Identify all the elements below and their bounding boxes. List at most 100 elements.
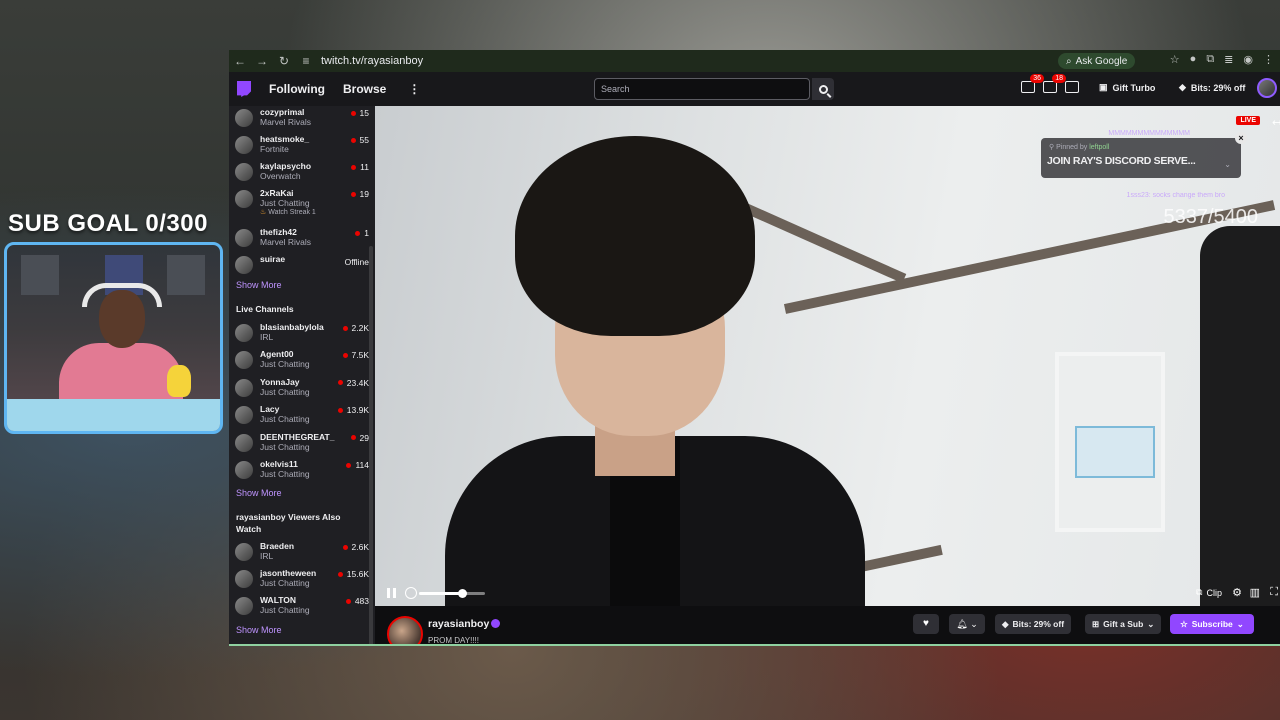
browse-link[interactable]: Browse	[343, 82, 386, 96]
media-icon[interactable]: ≣	[1224, 53, 1233, 66]
subscribe-button[interactable]: ☆ Subscribe ⌄	[1170, 614, 1254, 634]
clip-label: Clip	[1206, 587, 1222, 598]
back-icon[interactable]: ←	[229, 54, 251, 68]
clip-icon: ⧉	[1196, 587, 1203, 597]
profile-icon[interactable]: ◉	[1243, 53, 1253, 66]
wall-banner	[21, 255, 59, 295]
forward-icon[interactable]: →	[251, 54, 273, 68]
settings-gear-icon[interactable]: ⚙	[1232, 586, 1242, 599]
video-player[interactable]: MMMMMMMMMMMMMM 1sss23: socks change them…	[375, 106, 1280, 606]
viewer-count-value: 15.6K	[346, 569, 369, 580]
pause-icon[interactable]	[387, 588, 396, 598]
gift-turbo-button[interactable]: ▣ Gift Turbo	[1099, 82, 1155, 93]
channel-category: Just Chatting	[260, 469, 310, 479]
channel-avatar	[235, 433, 253, 452]
search-input[interactable]: Search	[594, 78, 810, 100]
channel-name: blasianbabylola	[260, 322, 324, 332]
sidebar-item-walton[interactable]: WALTON Just Chatting 483	[235, 594, 371, 620]
inbox-icon[interactable]: 36	[1021, 74, 1044, 93]
sidebar-item-heatsmoke_[interactable]: heatsmoke_ Fortnite 55	[235, 133, 371, 159]
channel-avatar	[235, 570, 253, 589]
sidebar-scrollbar[interactable]	[369, 246, 373, 646]
streamer-hair	[515, 136, 755, 336]
show-more-followed[interactable]: Show More	[236, 280, 282, 290]
sidebar-item-deenthegreat_[interactable]: DEENTHEGREAT_ Just Chatting 29	[235, 431, 371, 457]
channel-name[interactable]: rayasianboy	[428, 618, 489, 630]
channel-name: Braeden	[260, 541, 295, 551]
close-icon[interactable]: ×	[1235, 132, 1247, 144]
channel-avatar	[235, 351, 253, 370]
sidebar-item-okelvis11[interactable]: okelvis11 Just Chatting 114	[235, 458, 371, 484]
gift-sub-button[interactable]: ⊞ Gift a Sub ⌄	[1085, 614, 1162, 634]
search-button[interactable]	[812, 78, 834, 100]
streamer-webcam	[4, 242, 223, 434]
twitch-logo-icon[interactable]	[237, 81, 251, 97]
sub-goal-overlay: SUB GOAL 0/300	[8, 210, 208, 237]
pinned-message[interactable]: ⚲ Pinned by leftpoll JOIN RAY'S DISCORD …	[1041, 132, 1247, 178]
viewer-count: 23.4K	[337, 378, 369, 388]
show-more-live[interactable]: Show More	[236, 488, 282, 498]
fullscreen-icon[interactable]: ⛶	[1270, 586, 1278, 599]
ask-google-label: Ask Google	[1075, 55, 1128, 67]
sidebar-item-kaylapsycho[interactable]: kaylapsycho Overwatch 11	[235, 160, 371, 186]
whispers-icon[interactable]	[1065, 81, 1079, 93]
sidebar-item-braeden[interactable]: Braeden IRL 2.6K	[235, 540, 371, 566]
channel-avatar	[235, 256, 253, 274]
channel-name: WALTON	[260, 595, 297, 606]
viewer-count: 11	[351, 162, 369, 172]
show-more-also[interactable]: Show More	[236, 625, 282, 635]
viewer-count-value: 483	[354, 596, 369, 607]
sidebar-item-agent00[interactable]: Agent00 Just Chatting 7.5K	[235, 348, 371, 374]
channel-name: 2xRaKai	[260, 188, 294, 198]
inbox-count: 36	[1030, 74, 1044, 83]
channel-avatar	[235, 190, 253, 208]
goal-counter: 5337/5400	[1163, 206, 1258, 228]
wall-banner	[167, 255, 205, 295]
channel-avatar[interactable]	[387, 616, 423, 646]
reload-icon[interactable]: ↻	[273, 54, 295, 68]
gift-turbo-label: Gift Turbo	[1112, 82, 1156, 93]
channel-name: okelvis11	[260, 459, 298, 469]
sidebar-item-blasianbabylola[interactable]: blasianbabylola IRL 2.2K	[235, 321, 371, 347]
sidebar-item-yonnajay[interactable]: YonnaJay Just Chatting 23.4K	[235, 376, 371, 402]
ask-google-button[interactable]: ⌕ Ask Google	[1058, 53, 1136, 69]
channel-name: jasontheween	[260, 568, 317, 579]
viewer-count: 114	[346, 460, 369, 470]
chevron-down-icon[interactable]: ⌄	[1224, 160, 1231, 169]
pin-icon: ⚲	[1049, 144, 1055, 151]
sidebar-item-thefizh42[interactable]: thefizh42 Marvel Rivals 1	[235, 226, 371, 252]
sidebar-item-cozyprimal[interactable]: cozyprimal Marvel Rivals 15	[235, 106, 371, 132]
live-dot-icon	[350, 110, 356, 116]
notifications-icon[interactable]: 18	[1043, 74, 1066, 93]
more-options-icon[interactable]: ⋮	[408, 82, 420, 96]
search-icon	[818, 84, 828, 94]
channel-avatar	[235, 543, 253, 561]
puzzle-icon[interactable]: ⧉	[1206, 53, 1214, 66]
clip-button[interactable]: ⧉ Clip	[1196, 587, 1222, 598]
volume-slider[interactable]	[419, 589, 485, 598]
sidebar-item-lacy[interactable]: Lacy Just Chatting 13.9K	[235, 403, 371, 429]
following-link[interactable]: Following	[269, 82, 325, 96]
channel-avatar	[235, 461, 253, 479]
volume-icon[interactable]	[405, 587, 417, 599]
follow-heart-button[interactable]: ♥	[913, 614, 939, 634]
bookmark-star-icon[interactable]: ☆	[1170, 53, 1180, 66]
viewer-count: 29	[350, 433, 369, 443]
get-bits-button[interactable]: ◆ Bits: 29% off	[1179, 82, 1245, 93]
theatre-mode-icon[interactable]: ▥	[1250, 586, 1260, 599]
channel-avatar	[235, 109, 253, 127]
user-avatar[interactable]	[1257, 78, 1277, 98]
volume-knob[interactable]	[457, 589, 467, 598]
site-settings-icon[interactable]: ≡	[295, 54, 317, 68]
extension-icon[interactable]: ●	[1190, 53, 1197, 66]
pinned-by-label: ⚲ Pinned by leftpoll	[1049, 143, 1109, 151]
notification-bell-button[interactable]: 🔔︎ ⌄	[949, 614, 985, 634]
sidebar-item-suirae[interactable]: suirae Offline	[235, 253, 371, 279]
channel-avatar	[235, 229, 253, 247]
sidebar-item-jasontheween[interactable]: jasontheween Just Chatting 15.6K	[235, 567, 371, 593]
collapse-chat-icon[interactable]: ↤	[1272, 116, 1280, 129]
bits-button[interactable]: ◆ Bits: 29% off	[995, 614, 1072, 634]
address-bar[interactable]: twitch.tv/rayasianboy	[321, 55, 423, 67]
sidebar-item-2xrakai[interactable]: 2xRaKai Just Chatting ♨ Watch Streak 1 19	[235, 187, 371, 216]
menu-dots-icon[interactable]: ⋮	[1263, 53, 1274, 66]
